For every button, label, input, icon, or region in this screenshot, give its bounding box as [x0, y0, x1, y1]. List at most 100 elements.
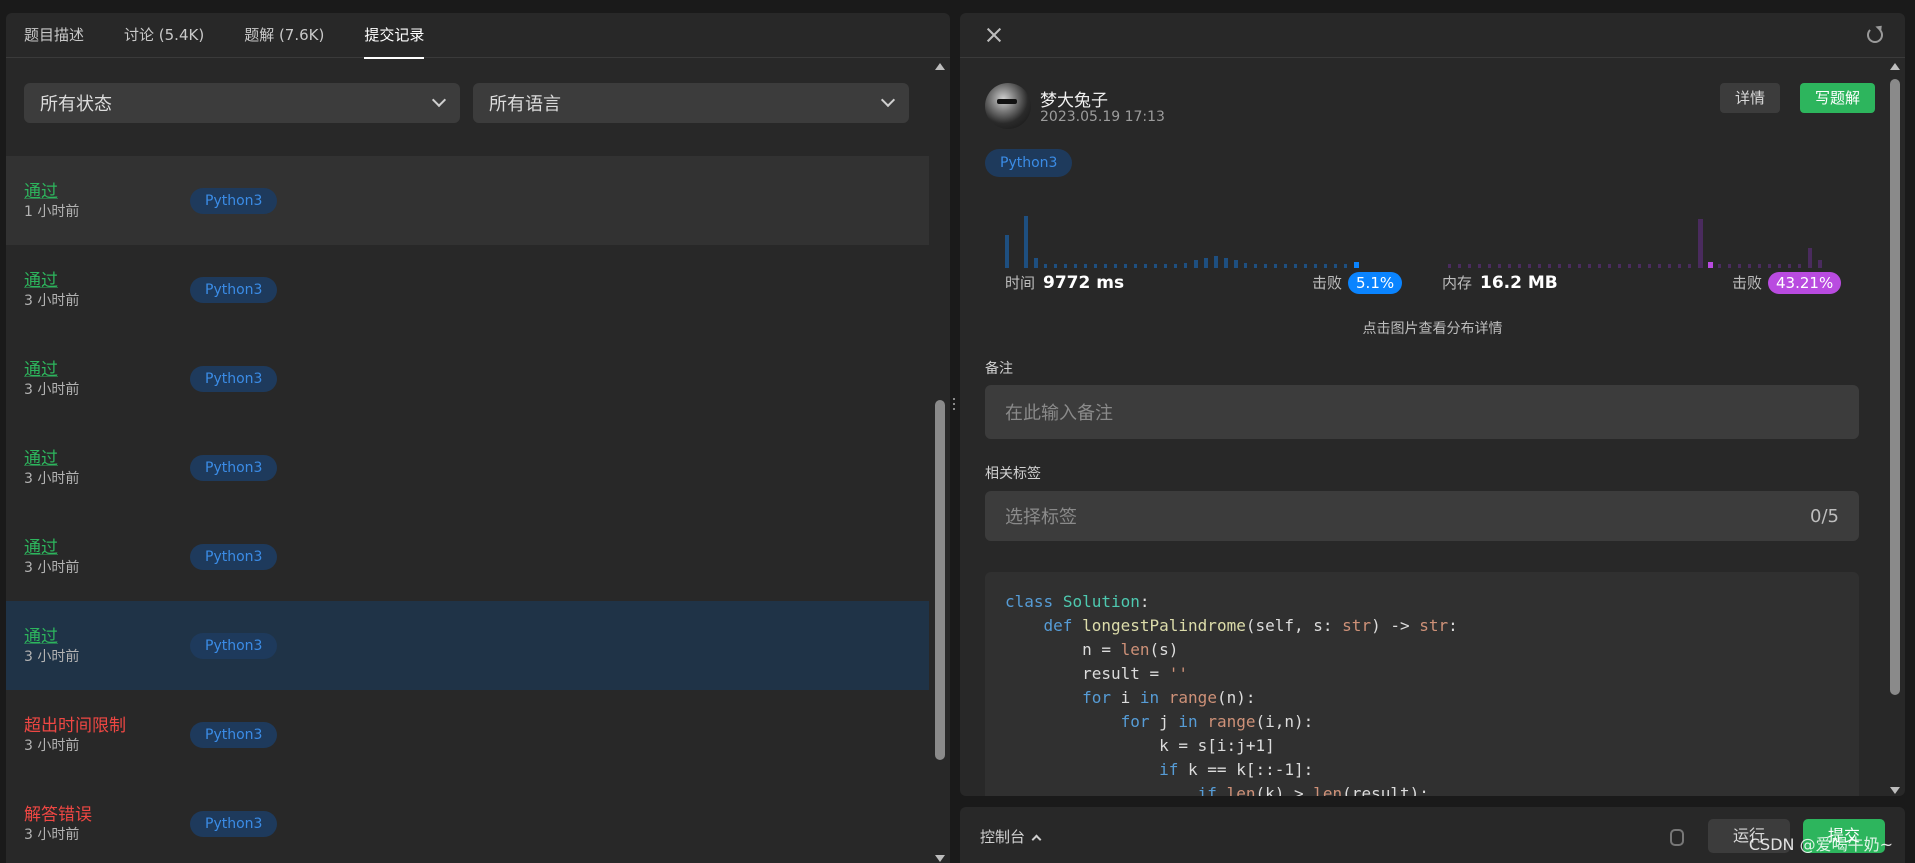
submission-row[interactable]: 解答错误 3 小时前 Python3 [6, 779, 929, 863]
status-cell: 通过 1 小时前 [24, 181, 190, 221]
console-bar: 控制台 运行 提交 CSDN @爱喝牛奶~ [960, 807, 1905, 863]
distribution-hint[interactable]: 点击图片查看分布详情 [960, 318, 1905, 338]
submission-row[interactable]: 超出时间限制 3 小时前 Python3 [6, 690, 929, 779]
submission-time: 3 小时前 [24, 826, 80, 843]
memory-beat-badge: 43.21% [1768, 272, 1842, 294]
note-placeholder: 在此输入备注 [1005, 403, 1113, 424]
submission-row-selected[interactable]: 通过 3 小时前 Python3 [6, 601, 929, 690]
console-toggle[interactable]: 控制台 [980, 826, 1042, 847]
language-badge: Python3 [190, 187, 278, 214]
submission-row[interactable]: 通过 3 小时前 Python3 [6, 512, 929, 601]
chevron-down-icon [431, 92, 447, 108]
memory-value: 16.2 MB [1480, 273, 1558, 293]
submission-row[interactable]: 通过 1 小时前 Python3 [6, 156, 929, 245]
submission-header: 梦大兔子 2023.05.19 17:13 详情 写题解 [985, 83, 1875, 131]
submission-row[interactable]: 通过 3 小时前 Python3 [6, 334, 929, 423]
status-filter-label: 所有状态 [40, 94, 112, 115]
tab-discussion[interactable]: 讨论 (5.4K) [124, 13, 204, 58]
language-filter-label: 所有语言 [489, 94, 561, 115]
detail-scrollbar[interactable] [1889, 63, 1901, 796]
scroll-thumb[interactable] [1890, 79, 1900, 695]
chevron-up-icon [1031, 834, 1042, 845]
refresh-icon[interactable] [1867, 27, 1883, 43]
app-root: 题目描述 讨论 (5.4K) 题解 (7.6K) 提交记录 所有状态 所有语言 … [0, 0, 1915, 863]
runtime-beat: 击败 5.1% [1312, 272, 1403, 294]
chevron-down-icon [880, 92, 896, 108]
runtime-value: 9772 ms [1043, 273, 1125, 293]
language-badge: Python3 [985, 149, 1073, 177]
note-label: 备注 [985, 361, 1013, 377]
submission-status[interactable]: 通过 [24, 626, 190, 648]
list-scrollbar[interactable] [934, 63, 946, 863]
submission-status[interactable]: 通过 [24, 181, 190, 203]
tab-description[interactable]: 题目描述 [24, 13, 84, 58]
scroll-up-icon[interactable] [1890, 63, 1900, 70]
language-badge: Python3 [190, 721, 278, 748]
status-cell: 通过 3 小时前 [24, 626, 190, 666]
status-filter-select[interactable]: 所有状态 [24, 83, 460, 123]
avatar[interactable] [985, 83, 1031, 129]
language-badge: Python3 [190, 632, 278, 659]
tab-submissions[interactable]: 提交记录 [364, 13, 425, 59]
language-badge: Python3 [190, 543, 278, 570]
debug-icon[interactable] [1665, 825, 1685, 846]
language-badge: Python3 [190, 365, 278, 392]
submission-time: 3 小时前 [24, 648, 80, 665]
submission-status[interactable]: 通过 [24, 270, 190, 292]
language-badge: Python3 [190, 810, 278, 837]
submission-time: 3 小时前 [24, 381, 80, 398]
submission-time: 3 小时前 [24, 737, 80, 754]
runtime-label: 时间 [1005, 274, 1036, 292]
left-panel: 题目描述 讨论 (5.4K) 题解 (7.6K) 提交记录 所有状态 所有语言 … [6, 13, 950, 863]
username[interactable]: 梦大兔子 [1040, 86, 1108, 111]
tags-label: 相关标签 [985, 466, 1041, 482]
language-badge: Python3 [190, 276, 278, 303]
submission-status[interactable]: 通过 [24, 537, 190, 559]
distribution-bars [1005, 216, 1822, 268]
status-cell: 解答错误 3 小时前 [24, 804, 190, 844]
tab-bar: 题目描述 讨论 (5.4K) 题解 (7.6K) 提交记录 [6, 13, 950, 59]
submission-row[interactable]: 通过 3 小时前 Python3 [6, 245, 929, 334]
submission-status[interactable]: 解答错误 [24, 804, 190, 826]
submission-time: 3 小时前 [24, 292, 80, 309]
note-input[interactable]: 在此输入备注 [985, 385, 1859, 439]
runtime-metric: 时间 9772 ms [1005, 272, 1124, 293]
submission-row[interactable]: 通过 3 小时前 Python3 [6, 423, 929, 512]
submission-list: 通过 1 小时前 Python3 通过 3 小时前 Python3 通过 3 小… [6, 156, 929, 863]
tags-count: 0/5 [1810, 505, 1839, 527]
language-badge: Python3 [190, 454, 278, 481]
status-cell: 通过 3 小时前 [24, 448, 190, 488]
details-button[interactable]: 详情 [1720, 83, 1780, 113]
submission-time: 1 小时前 [24, 203, 80, 220]
submission-time: 3 小时前 [24, 559, 80, 576]
submission-status[interactable]: 通过 [24, 359, 190, 381]
write-solution-button[interactable]: 写题解 [1800, 83, 1875, 113]
panel-resize-handle[interactable] [952, 395, 956, 419]
scroll-thumb[interactable] [935, 400, 945, 760]
tags-select[interactable]: 选择标签 0/5 [985, 491, 1859, 541]
filters: 所有状态 所有语言 [24, 83, 909, 123]
submission-date: 2023.05.19 17:13 [1040, 109, 1165, 125]
code-viewer[interactable]: class Solution: def longestPalindrome(se… [985, 572, 1859, 796]
submission-status[interactable]: 超出时间限制 [24, 715, 190, 737]
tags-placeholder: 选择标签 [1005, 507, 1077, 528]
submission-time: 3 小时前 [24, 470, 80, 487]
status-cell: 通过 3 小时前 [24, 359, 190, 399]
submission-detail-panel: 梦大兔子 2023.05.19 17:13 详情 写题解 Python3 时间 … [960, 13, 1905, 796]
tab-solutions[interactable]: 题解 (7.6K) [244, 13, 324, 58]
memory-label: 内存 [1442, 274, 1473, 292]
status-cell: 通过 3 小时前 [24, 537, 190, 577]
watermark: CSDN @爱喝牛奶~ [1748, 835, 1893, 854]
scroll-down-icon[interactable] [935, 855, 945, 862]
detail-toolbar [960, 13, 1905, 58]
runtime-beat-badge: 5.1% [1348, 272, 1403, 294]
memory-metric: 内存 16.2 MB [1442, 272, 1558, 293]
scroll-up-icon[interactable] [935, 63, 945, 70]
language-filter-select[interactable]: 所有语言 [473, 83, 909, 123]
submission-status[interactable]: 通过 [24, 448, 190, 470]
memory-beat: 击败 43.21% [1732, 272, 1842, 294]
scroll-down-icon[interactable] [1890, 787, 1900, 794]
close-icon[interactable] [986, 27, 1002, 43]
console-label: 控制台 [980, 828, 1026, 846]
status-cell: 超出时间限制 3 小时前 [24, 715, 190, 755]
